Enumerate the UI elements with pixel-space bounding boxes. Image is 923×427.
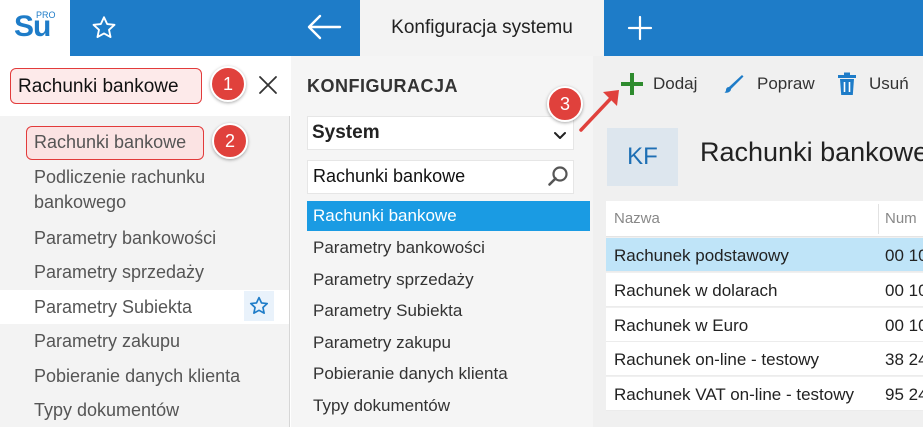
cell-number: 38 24 [885, 350, 923, 369]
favorite-star-icon[interactable] [244, 291, 274, 321]
favorites-star-icon[interactable] [90, 14, 118, 42]
left-item-parametry-bankowosci[interactable]: Parametry bankowości [34, 225, 216, 251]
cell-number: 00 10 [885, 246, 923, 265]
middle-item-parametry-zakupu[interactable]: Parametry zakupu [313, 330, 451, 356]
left-search-input[interactable]: Rachunki bankowe [18, 76, 179, 98]
annotation-badge-1-label: 1 [222, 73, 233, 94]
table-row[interactable]: Rachunek w dolarach 00 10 [606, 273, 923, 307]
cell-name: Rachunek podstawowy [614, 246, 789, 265]
column-header-nazwa[interactable]: Nazwa [614, 210, 660, 227]
annotation-badge-2: 2 [212, 123, 248, 159]
table-row[interactable]: Rachunek on-line - testowy 38 24 [606, 342, 923, 376]
table-row[interactable]: Rachunek VAT on-line - testowy 95 24 [606, 377, 923, 411]
app-window: Su PRO Konfiguracja systemu Rachunki ban… [0, 0, 923, 427]
delete-button[interactable]: Usuń [869, 74, 909, 94]
middle-item-parametry-subiekta[interactable]: Parametry Subiekta [313, 298, 462, 324]
annotation-badge-3-label: 3 [559, 93, 570, 114]
edit-button[interactable]: Popraw [757, 74, 815, 94]
column-header-numer[interactable]: Num [885, 210, 917, 227]
left-item-parametry-sprzedazy[interactable]: Parametry sprzedaży [34, 259, 204, 285]
middle-item-pobieranie-danych[interactable]: Pobieranie danych klienta [313, 361, 508, 387]
annotation-badge-1: 1 [210, 66, 246, 102]
middle-item-typy-dokumentow[interactable]: Typy dokumentów [313, 393, 450, 419]
cell-name: Rachunek w dolarach [614, 281, 778, 300]
entity-title: Rachunki bankowe [700, 137, 923, 167]
entity-badge-label: KF [627, 143, 658, 170]
edit-pencil-icon[interactable] [722, 72, 746, 96]
logo-pro-label: PRO [36, 10, 56, 20]
new-tab-plus-icon[interactable] [626, 14, 654, 42]
left-item-podliczenie-rachunku-cont[interactable]: bankowego [34, 189, 126, 215]
trash-icon[interactable] [836, 72, 858, 96]
tab-konfiguracja-systemu[interactable]: Konfiguracja systemu [360, 0, 604, 56]
column-separator[interactable] [878, 204, 879, 234]
middle-item-rachunki-bankowe[interactable]: Rachunki bankowe [313, 203, 457, 229]
chevron-down-icon[interactable] [554, 128, 566, 139]
system-dropdown-value: System [312, 122, 380, 143]
left-item-parametry-zakupu[interactable]: Parametry zakupu [34, 328, 180, 354]
table-row[interactable]: Rachunek podstawowy 00 10 [606, 238, 923, 272]
annotation-arrow-icon [575, 84, 625, 134]
left-item-rachunki-bankowe[interactable]: Rachunki bankowe [34, 129, 186, 155]
add-plus-icon[interactable] [621, 73, 643, 95]
left-item-pobieranie-danych[interactable]: Pobieranie danych klienta [34, 363, 240, 389]
cell-number: 00 10 [885, 316, 923, 335]
middle-search-input[interactable]: Rachunki bankowe [313, 166, 465, 187]
back-arrow-icon[interactable] [306, 12, 342, 42]
annotation-badge-2-label: 2 [224, 130, 235, 151]
clear-search-icon[interactable] [256, 73, 280, 97]
search-icon[interactable] [546, 164, 570, 188]
left-item-typy-dokumentow[interactable]: Typy dokumentów [34, 397, 179, 423]
entity-badge: KF [607, 128, 678, 186]
left-item-podliczenie-rachunku[interactable]: Podliczenie rachunku [34, 164, 205, 190]
middle-item-parametry-bankowosci[interactable]: Parametry bankowości [313, 235, 485, 261]
table-row[interactable]: Rachunek w Euro 00 10 [606, 308, 923, 342]
cell-number: 95 24 [885, 385, 923, 404]
cell-name: Rachunek w Euro [614, 316, 749, 335]
konfiguracja-header: KONFIGURACJA [307, 76, 459, 96]
add-button[interactable]: Dodaj [653, 74, 697, 94]
app-logo[interactable]: Su PRO [0, 0, 70, 56]
cell-name: Rachunek VAT on-line - testowy [614, 385, 855, 404]
middle-item-parametry-sprzedazy[interactable]: Parametry sprzedaży [313, 267, 474, 293]
left-item-parametry-subiekta[interactable]: Parametry Subiekta [34, 294, 192, 320]
cell-name: Rachunek on-line - testowy [614, 350, 820, 369]
tab-title: Konfiguracja systemu [391, 17, 573, 38]
cell-number: 00 10 [885, 281, 923, 300]
